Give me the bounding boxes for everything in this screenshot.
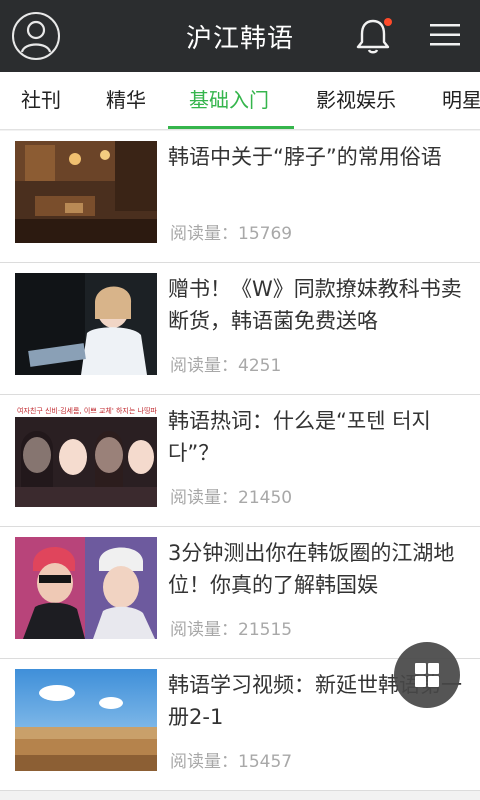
article-title: 3分钟测出你在韩饭圈的江湖地位！你真的了解韩国娱 — [168, 541, 455, 597]
article-thumbnail — [15, 669, 157, 771]
floating-action-button[interactable] — [394, 642, 460, 708]
article-title: 韩语中关于“脖子”的常用俗语 — [168, 145, 442, 169]
notification-badge — [384, 18, 392, 26]
article-thumbnail: 여자친구 신비·김세롬, 이쁘 교체' 하지는 나띵파라 — [15, 405, 157, 507]
active-tab-indicator — [168, 126, 294, 129]
article-title: 赠书！《W》同款撩妹教科书卖断货，韩语菌免费送咯 — [168, 277, 462, 333]
read-count: 阅读量：15769 — [170, 224, 293, 244]
tab-jinghua[interactable]: 精华 — [106, 72, 146, 129]
read-count: 阅读量：15457 — [170, 752, 293, 772]
app-title: 沪江韩语 — [185, 24, 294, 54]
top-bar: 沪江韩语 — [0, 0, 480, 72]
tab-celebrities[interactable]: 明星 — [442, 72, 480, 129]
article-thumbnail — [15, 141, 157, 243]
hamburger-menu-icon[interactable] — [430, 24, 460, 46]
article-item[interactable]: 赠书！《W》同款撩妹教科书卖断货，韩语菌免费送咯 阅读量：4251 — [0, 263, 480, 395]
article-item[interactable]: 3分钟测出你在韩饭圈的江湖地位！你真的了解韩国娱 阅读量：21515 — [0, 527, 480, 659]
category-tabs: 社刊 精华 基础入门 影视娱乐 明星 — [0, 72, 480, 130]
article-thumbnail — [15, 537, 157, 639]
thumbnail-caption: 여자친구 신비·김세롬, 이쁘 교체' 하지는 나띵파라 — [17, 407, 157, 415]
article-thumbnail — [15, 273, 157, 375]
article-title: 韩语热词：什么是“포텐 터지다”？ — [168, 409, 431, 465]
tab-basics[interactable]: 基础入门 — [189, 72, 269, 129]
read-count: 阅读量：21515 — [170, 620, 293, 640]
tab-shekan[interactable]: 社刊 — [21, 72, 61, 129]
grid-icon — [415, 663, 439, 687]
tab-entertainment[interactable]: 影视娱乐 — [316, 72, 396, 129]
read-count: 阅读量：4251 — [170, 356, 282, 376]
read-count: 阅读量：21450 — [170, 488, 293, 508]
article-item[interactable]: 여자친구 신비·김세롬, 이쁘 교체' 하지는 나띵파라 韩语热词：什么是“포텐… — [0, 395, 480, 527]
article-item[interactable]: 韩语中关于“脖子”的常用俗语 阅读量：15769 — [0, 131, 480, 263]
